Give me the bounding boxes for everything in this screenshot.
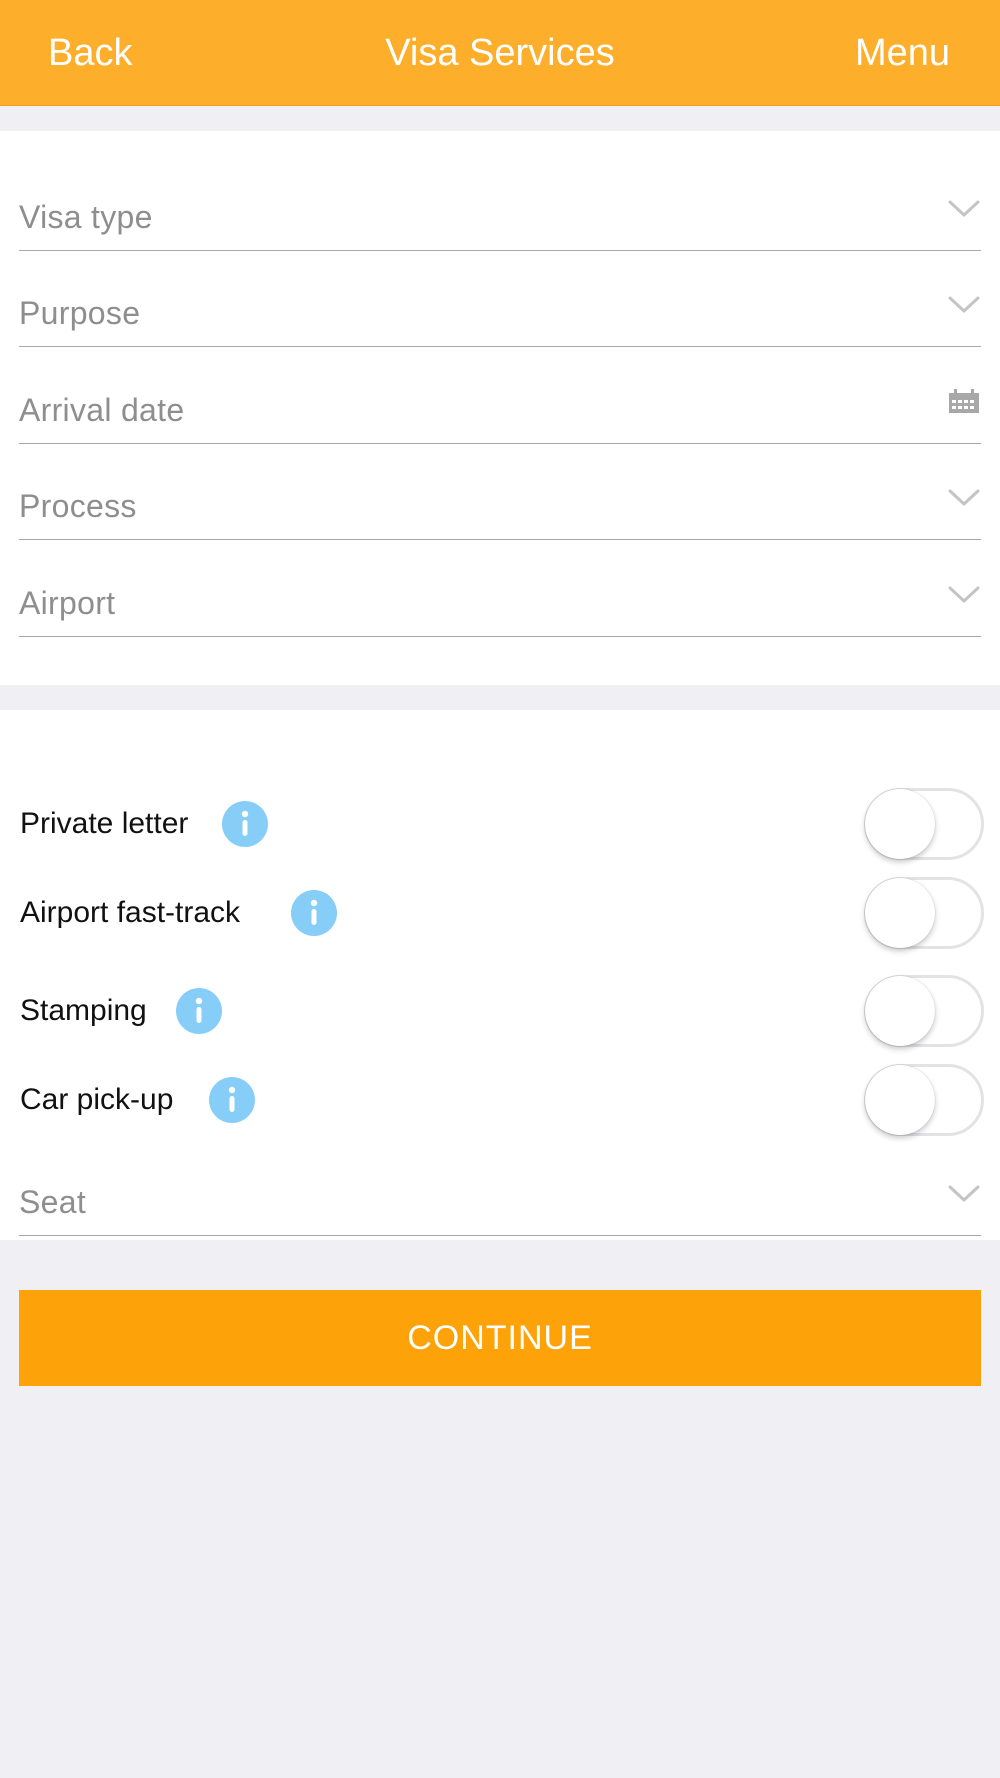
car-pick-up-toggle[interactable]: [864, 1064, 984, 1136]
addons-card: Private letter Airport fast-track Stampi…: [0, 710, 1000, 1240]
back-button[interactable]: Back: [48, 0, 132, 106]
chevron-down-icon: [948, 200, 980, 217]
airport-fast-track-toggle[interactable]: [864, 877, 984, 949]
process-label: Process: [19, 488, 137, 524]
info-icon[interactable]: [176, 988, 222, 1034]
navigation-bar: Back Visa Services Menu: [0, 0, 1000, 106]
menu-button[interactable]: Menu: [855, 0, 950, 106]
chevron-down-icon: [948, 1185, 980, 1202]
visa-details-card: Visa type Purpose Arrival date Process A…: [0, 131, 1000, 685]
info-icon[interactable]: [222, 801, 268, 847]
arrival-date-field[interactable]: Arrival date: [19, 348, 981, 444]
toggle-knob: [865, 1065, 935, 1135]
chevron-down-icon: [948, 296, 980, 313]
airport-label: Airport: [19, 585, 116, 621]
airport-select[interactable]: Airport: [19, 541, 981, 637]
arrival-date-label: Arrival date: [19, 392, 185, 428]
purpose-select[interactable]: Purpose: [19, 251, 981, 347]
addon-stamping: Stamping: [0, 971, 1000, 1051]
continue-button[interactable]: CONTINUE: [19, 1290, 981, 1386]
page-title: Visa Services: [385, 32, 615, 74]
toggle-knob: [865, 789, 935, 859]
addon-label: Stamping: [20, 994, 147, 1027]
stamping-toggle[interactable]: [864, 975, 984, 1047]
toggle-knob: [865, 976, 935, 1046]
addon-car-pick-up: Car pick-up: [0, 1060, 1000, 1140]
addon-private-letter: Private letter: [0, 784, 1000, 864]
visa-type-select[interactable]: Visa type: [19, 155, 981, 251]
private-letter-toggle[interactable]: [864, 788, 984, 860]
addon-label: Private letter: [20, 807, 189, 840]
visa-type-label: Visa type: [19, 199, 153, 235]
calendar-icon[interactable]: [947, 381, 981, 421]
info-icon[interactable]: [209, 1077, 255, 1123]
seat-select[interactable]: Seat: [19, 1140, 981, 1236]
chevron-down-icon: [948, 489, 980, 506]
addon-label: Airport fast-track: [20, 896, 241, 929]
seat-label: Seat: [19, 1184, 87, 1220]
chevron-down-icon: [948, 586, 980, 603]
info-icon[interactable]: [291, 890, 337, 936]
process-select[interactable]: Process: [19, 444, 981, 540]
toggle-knob: [865, 878, 935, 948]
addon-label: Car pick-up: [20, 1083, 174, 1116]
purpose-label: Purpose: [19, 295, 141, 331]
addon-airport-fast-track: Airport fast-track: [0, 873, 1000, 953]
